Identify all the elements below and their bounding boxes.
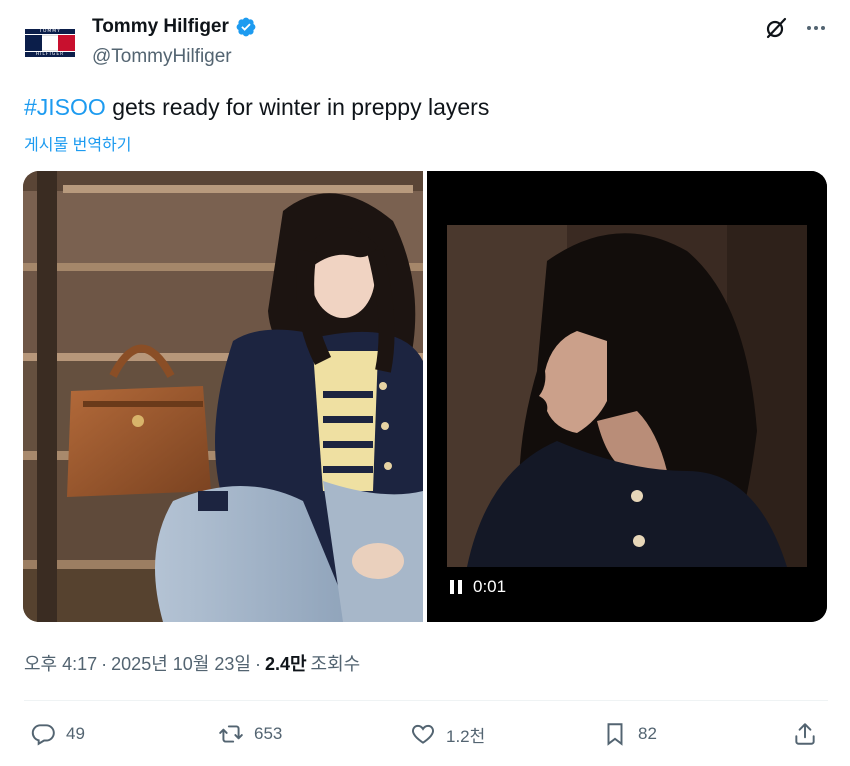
meta-separator-2: ·	[254, 654, 261, 674]
bookmark-count: 82	[638, 724, 657, 743]
hashtag-link[interactable]: #JISOO	[24, 94, 106, 120]
avatar[interactable]: TOMMY HILFIGER	[24, 17, 76, 69]
media-grid: 0:01	[23, 171, 827, 622]
author-name[interactable]: Tommy Hilfiger	[92, 16, 229, 38]
repost-count: 653	[254, 724, 283, 743]
divider	[24, 700, 828, 701]
grok-icon[interactable]	[764, 16, 788, 40]
bookmark-icon	[607, 723, 623, 746]
heart-icon	[412, 724, 434, 744]
tweet-body: gets ready for winter in preppy layers	[105, 94, 490, 120]
tweet-date[interactable]: 2025년 10월 23일	[111, 650, 251, 676]
translate-link[interactable]: 게시물 번역하기	[24, 131, 132, 155]
share-icon	[795, 723, 815, 745]
avatar-band-bottom: HILFIGER	[25, 52, 75, 57]
tweet-meta: 오후 4:17 · 2025년 10월 23일 · 2.4만 조회수	[24, 650, 360, 676]
views-label: 조회수	[310, 654, 361, 674]
author-handle[interactable]: @TommyHilfiger	[92, 46, 232, 68]
like-button[interactable]: 1.2천	[410, 716, 485, 752]
verified-badge-icon	[236, 17, 256, 37]
video-player[interactable]: 0:01	[427, 171, 827, 622]
pause-icon[interactable]	[449, 579, 463, 595]
like-count: 1.2천	[446, 726, 486, 746]
more-options-icon[interactable]	[804, 16, 828, 40]
repost-icon	[219, 725, 243, 743]
tweet-text: #JISOO gets ready for winter in preppy l…	[24, 94, 489, 121]
avatar-flag	[25, 35, 76, 51]
reply-icon	[31, 724, 55, 746]
avatar-band-top: TOMMY	[25, 29, 75, 34]
share-button[interactable]	[792, 716, 818, 752]
video-frame	[427, 171, 827, 622]
tweet-time[interactable]: 오후 4:17	[24, 650, 97, 676]
repost-button[interactable]: 653	[218, 716, 282, 752]
author-name-row[interactable]: Tommy Hilfiger	[92, 16, 257, 38]
video-controls: 0:01	[449, 577, 506, 597]
bookmark-button[interactable]: 82	[602, 716, 657, 752]
action-bar: 49 653 1.2천 82	[24, 716, 828, 752]
meta-separator: ·	[101, 654, 108, 674]
video-time: 0:01	[473, 577, 507, 596]
reply-button[interactable]: 49	[30, 716, 85, 752]
photo-jisoo-stairs[interactable]	[23, 171, 423, 622]
photo-illustration	[23, 171, 423, 622]
views-count: 2.4만	[264, 654, 307, 674]
reply-count: 49	[66, 724, 85, 743]
